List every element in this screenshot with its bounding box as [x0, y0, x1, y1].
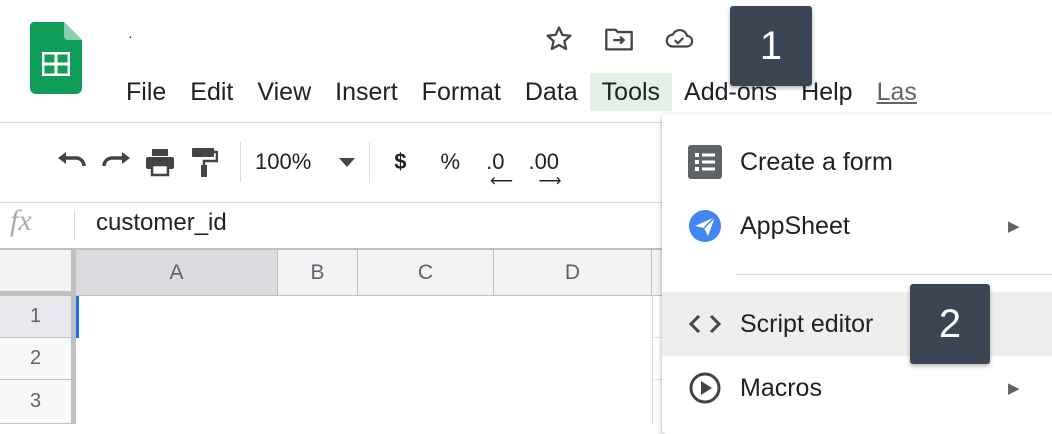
zoom-value: 100% [255, 149, 312, 174]
submenu-arrow-icon: ▶ [1008, 218, 1020, 235]
percent-format-button[interactable]: % [431, 149, 471, 175]
arrow-right-icon: ⟶ [538, 173, 562, 190]
toolbar-separator [369, 142, 371, 182]
last-edit-link[interactable]: Las [865, 73, 929, 111]
move-folder-icon[interactable] [604, 24, 634, 54]
cell-gridline [652, 379, 662, 380]
menu-data[interactable]: Data [513, 73, 590, 111]
menu-separator [736, 274, 1052, 275]
form-icon [688, 145, 722, 179]
zoom-select[interactable]: 100% [255, 140, 356, 184]
active-cell-indicator [76, 296, 79, 338]
chevron-down-icon [339, 157, 356, 167]
tools-menu: Create a form AppSheet ▶ Script editor M… [662, 114, 1052, 434]
menu-item-appsheet[interactable]: AppSheet ▶ [662, 194, 1052, 258]
code-icon [688, 307, 722, 341]
redo-icon[interactable] [94, 140, 138, 184]
document-title[interactable]: · [128, 28, 133, 44]
cell-gridline [652, 296, 653, 424]
column-header-b[interactable]: B [278, 250, 358, 296]
cell-gridline [652, 337, 662, 338]
menu-item-script-editor[interactable]: Script editor [662, 292, 1052, 356]
formula-input[interactable]: customer_id [96, 209, 227, 237]
menu-item-label: Macros [740, 373, 822, 402]
increase-decimals-button[interactable]: .00 ⟶ [518, 149, 569, 190]
column-header-c[interactable]: C [358, 250, 494, 296]
appsheet-icon [688, 209, 722, 243]
undo-icon[interactable] [50, 140, 94, 184]
formula-bar-separator [74, 210, 75, 240]
toolbar-separator [240, 142, 241, 182]
menu-insert[interactable]: Insert [323, 73, 410, 111]
sheets-logo-icon[interactable] [30, 22, 82, 94]
step-callout-1: 1 [730, 6, 812, 86]
menu-item-label: AppSheet [740, 211, 850, 240]
menu-view[interactable]: View [245, 73, 323, 111]
column-header-d[interactable]: D [494, 250, 652, 296]
menu-edit[interactable]: Edit [178, 73, 245, 111]
menu-item-create-form[interactable]: Create a form [662, 130, 1052, 194]
row-header-1[interactable]: 1 [0, 296, 76, 338]
decrease-decimals-button[interactable]: .0 ⟵ [476, 149, 514, 190]
toolbar: 100% $ % .0 ⟵ .00 ⟶ [50, 138, 569, 190]
menu-tools[interactable]: Tools [589, 73, 673, 111]
menu-file[interactable]: File [114, 73, 178, 111]
column-header-a[interactable]: A [76, 250, 278, 296]
arrow-left-icon: ⟵ [490, 173, 514, 190]
menu-item-label: Create a form [740, 147, 893, 176]
submenu-arrow-icon: ▶ [1008, 380, 1020, 397]
step-callout-2: 2 [910, 284, 990, 364]
print-icon[interactable] [138, 140, 182, 184]
fx-icon: fx [10, 204, 32, 237]
cell-area[interactable] [76, 296, 662, 424]
currency-format-button[interactable]: $ [384, 149, 416, 175]
menu-item-macros[interactable]: Macros ▶ [662, 356, 1052, 420]
menu-item-label: Script editor [740, 309, 874, 338]
cloud-saved-icon[interactable] [664, 24, 694, 54]
menu-format[interactable]: Format [410, 73, 513, 111]
paint-format-icon[interactable] [182, 140, 226, 184]
row-header-2[interactable]: 2 [0, 338, 76, 380]
select-all-corner[interactable] [0, 250, 76, 296]
star-icon[interactable] [544, 24, 574, 54]
row-header-3[interactable]: 3 [0, 380, 76, 424]
play-circle-icon [688, 371, 722, 405]
